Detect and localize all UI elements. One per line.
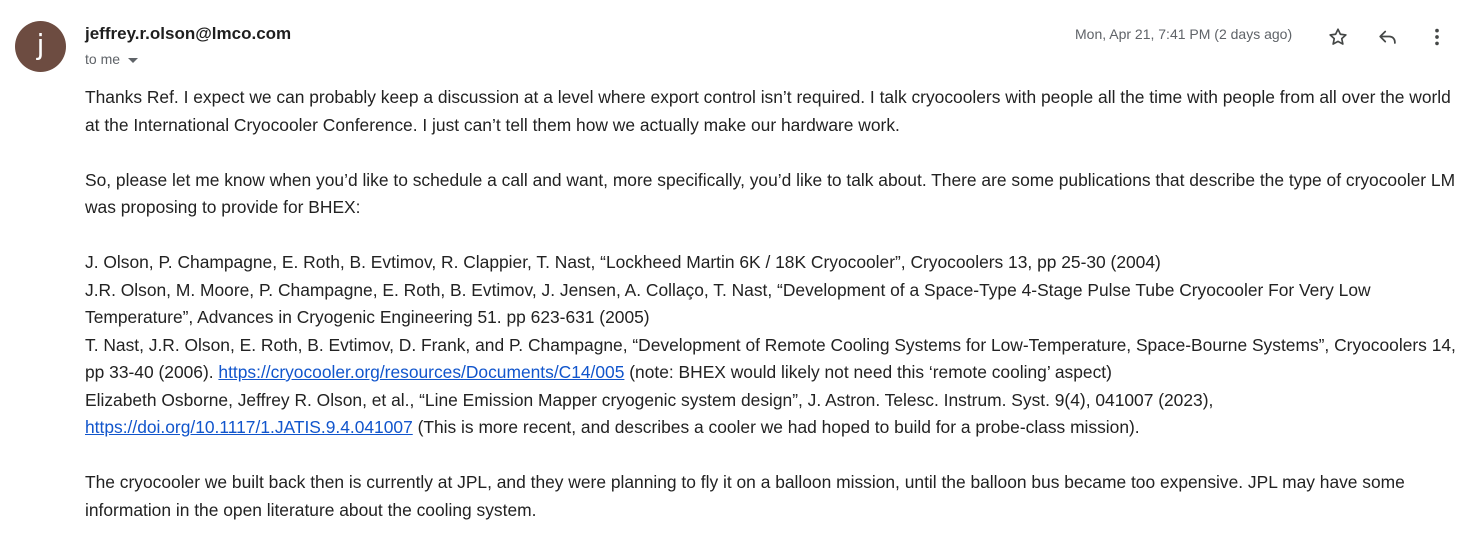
body-paragraph: The cryocooler we built back then is cur… bbox=[85, 472, 1405, 520]
more-options-button[interactable] bbox=[1423, 23, 1451, 51]
reference-item: T. Nast, J.R. Olson, E. Roth, B. Evtimov… bbox=[85, 335, 1456, 383]
reference-note: (This is more recent, and describes a co… bbox=[412, 417, 1140, 437]
more-vert-icon bbox=[1435, 28, 1439, 46]
reference-item: J.R. Olson, M. Moore, P. Champagne, E. R… bbox=[85, 279, 1371, 328]
reference-link[interactable]: https://doi.org/10.1117/1.JATIS.9.4.0410… bbox=[85, 417, 413, 437]
references-block: J. Olson, P. Champagne, E. Roth, B. Evti… bbox=[85, 249, 1457, 442]
avatar[interactable]: j bbox=[15, 21, 66, 72]
message-date: Mon, Apr 21, 7:41 PM (2 days ago) bbox=[1075, 26, 1293, 42]
star-button[interactable] bbox=[1324, 23, 1352, 51]
reference-note: (note: BHEX would likely not need this ‘… bbox=[624, 362, 1112, 382]
reply-button[interactable] bbox=[1374, 23, 1402, 51]
recipient-dropdown[interactable]: to me bbox=[85, 51, 139, 67]
reference-item: Elizabeth Osborne, Jeffrey R. Olson, et … bbox=[85, 390, 1213, 438]
message-body: Thanks Ref. I expect we can probably kee… bbox=[85, 84, 1457, 552]
reference-item: J. Olson, P. Champagne, E. Roth, B. Evti… bbox=[85, 252, 1161, 272]
star-icon bbox=[1329, 28, 1347, 45]
reply-icon bbox=[1379, 30, 1396, 44]
body-paragraph: So, please let me know when you’d like t… bbox=[85, 169, 1456, 218]
sender-email: jeffrey.r.olson@lmco.com bbox=[85, 24, 292, 43]
body-paragraph: Thanks Ref. I expect we can probably kee… bbox=[85, 87, 1451, 135]
recipient-label: to me bbox=[85, 51, 121, 67]
reference-link[interactable]: https://cryocooler.org/resources/Documen… bbox=[218, 362, 624, 382]
reference-text: Elizabeth Osborne, Jeffrey R. Olson, et … bbox=[85, 389, 1214, 410]
caret-down-icon[interactable] bbox=[128, 57, 139, 63]
